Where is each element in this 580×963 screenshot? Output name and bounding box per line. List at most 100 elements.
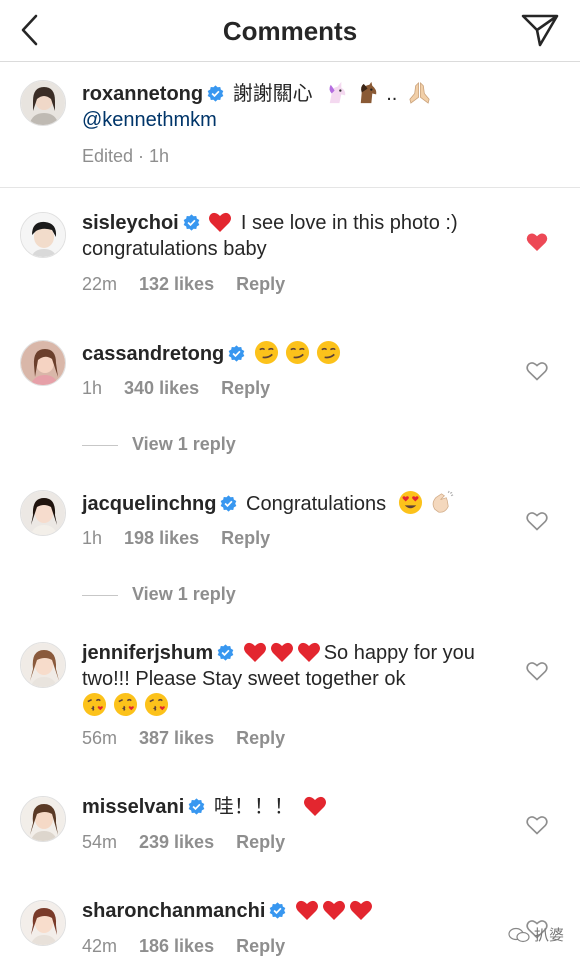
reply-button[interactable]: Reply: [221, 528, 270, 548]
comment-text: misselvani 哇！！！: [82, 794, 512, 820]
reply-button[interactable]: Reply: [236, 274, 285, 294]
username[interactable]: jenniferjshum: [82, 642, 213, 664]
clapping-hands-icon: [432, 490, 453, 513]
verified-badge-icon: [183, 214, 200, 231]
avatar[interactable]: [20, 80, 66, 126]
reply-button[interactable]: Reply: [236, 936, 285, 956]
heart-eyes-face-icon: [398, 490, 422, 515]
comment-text: sisleychoi I see love in this photo :) c…: [82, 210, 512, 262]
view-replies-button[interactable]: View 1 reply: [82, 584, 236, 605]
smirk-face-icon: [316, 340, 340, 365]
kissing-heart-face-icon: [113, 692, 138, 717]
comment-time: 22m: [82, 274, 118, 294]
username[interactable]: cassandretong: [82, 343, 224, 365]
comment-time: 54m: [82, 832, 118, 852]
comment-body: Congratulations: [246, 493, 387, 515]
comment-meta: 54m 239 likes Reply: [82, 832, 307, 853]
red-heart-icon: [297, 642, 320, 662]
likes-count[interactable]: 340 likes: [124, 378, 199, 398]
verified-badge-icon: [217, 644, 234, 661]
view-replies-button[interactable]: View 1 reply: [82, 434, 236, 455]
divider: [82, 444, 118, 446]
comment-time: 1h: [82, 378, 103, 398]
heart-outline-icon[interactable]: [526, 361, 548, 381]
likes-count[interactable]: 132 likes: [139, 274, 214, 294]
comment-time: 1h: [82, 528, 103, 548]
likes-count[interactable]: 198 likes: [124, 528, 199, 548]
avatar[interactable]: [20, 212, 66, 258]
page-title: Comments: [222, 16, 358, 46]
avatar[interactable]: [20, 900, 66, 946]
unicorn-icon: [329, 81, 346, 104]
caption-meta: Edited · 1h: [82, 146, 170, 166]
reply-button[interactable]: Reply: [236, 832, 285, 852]
view-replies-label: View 1 reply: [132, 434, 236, 454]
likes-count[interactable]: 387 likes: [139, 728, 214, 748]
comment-text: jacquelinchng Congratulations: [82, 490, 512, 517]
chat-bubbles-icon: [508, 927, 530, 943]
verified-badge-icon: [188, 798, 205, 815]
red-heart-icon: [295, 900, 318, 920]
comment-item: misselvani 哇！！！ 54m 239 likes Reply: [0, 772, 580, 882]
post-caption: roxannetong 謝謝關心 .. @kennethmkm Edited ·…: [0, 62, 580, 188]
kissing-heart-face-icon: [144, 692, 169, 717]
comment-time: 42m: [82, 936, 118, 956]
avatar[interactable]: [20, 490, 66, 536]
comment-meta: 42m 186 likes Reply: [82, 936, 307, 957]
red-heart-icon: [270, 642, 293, 662]
reply-button[interactable]: Reply: [236, 728, 285, 748]
comment-item: jenniferjshum So happy for you two!!! Pl…: [0, 618, 580, 778]
heart-filled-icon[interactable]: [526, 232, 548, 252]
comment-text: jenniferjshum So happy for you two!!! Pl…: [82, 640, 502, 719]
avatar[interactable]: [20, 796, 66, 842]
comment-time: 56m: [82, 728, 118, 748]
verified-badge-icon: [270, 902, 286, 919]
username[interactable]: roxannetong: [82, 83, 203, 105]
likes-count[interactable]: 239 likes: [139, 832, 214, 852]
avatar[interactable]: [20, 340, 66, 386]
direct-message-button[interactable]: [520, 12, 560, 48]
red-heart-icon: [322, 900, 345, 920]
username[interactable]: sisleychoi: [82, 212, 179, 234]
comment-meta: 1h 198 likes Reply: [82, 528, 292, 549]
comment-item: cassandretong 1h 340 likes Reply View 1 re…: [0, 318, 580, 468]
comments-header: Comments: [0, 0, 580, 62]
username[interactable]: misselvani: [82, 796, 184, 818]
likes-count[interactable]: 186 likes: [139, 936, 214, 956]
comment-text: sharonchanmanchi: [82, 898, 512, 924]
red-heart-icon: [243, 642, 266, 662]
horse-icon: [361, 81, 377, 104]
smirk-face-icon: [285, 340, 309, 365]
red-heart-icon: [349, 900, 372, 920]
verified-badge-icon: [221, 495, 237, 512]
username[interactable]: jacquelinchng: [82, 493, 216, 515]
kissing-heart-face-icon: [82, 692, 107, 717]
watermark-text: 扒婆: [533, 927, 564, 944]
caption-text: roxannetong 謝謝關心 .. @kennethmkm: [82, 80, 512, 133]
paper-plane-icon: [521, 14, 559, 47]
verified-badge-icon: [207, 85, 224, 102]
comment-item: sisleychoi I see love in this photo :) c…: [0, 188, 580, 308]
username[interactable]: sharonchanmanchi: [82, 900, 265, 922]
caption-ellipsis: ..: [386, 83, 398, 105]
comment-meta: 56m 387 likes Reply: [82, 728, 307, 749]
reply-button[interactable]: Reply: [221, 378, 270, 398]
comment-body: 哇！！！: [213, 796, 294, 818]
view-replies-label: View 1 reply: [132, 584, 236, 604]
heart-outline-icon[interactable]: [526, 661, 548, 681]
verified-badge-icon: [228, 345, 245, 362]
comment-meta: 1h 340 likes Reply: [82, 378, 292, 399]
comment-item: sharonchanmanchi 42m 186 likes Reply: [0, 876, 580, 963]
comment-meta: 22m 132 likes Reply: [82, 274, 307, 295]
heart-outline-icon[interactable]: [526, 511, 548, 531]
mention-link[interactable]: @kennethmkm: [82, 109, 217, 131]
comment-text: cassandretong: [82, 340, 512, 367]
praying-hands-icon: [409, 81, 430, 104]
divider: [82, 594, 118, 596]
caption-chinese-text: 謝謝關心: [232, 83, 313, 105]
red-heart-icon: [304, 796, 327, 816]
heart-outline-icon[interactable]: [526, 815, 548, 835]
smirk-face-icon: [254, 340, 278, 365]
avatar[interactable]: [20, 642, 66, 688]
comment-item: jacquelinchng Congratulations 1h 198 like…: [0, 468, 580, 618]
